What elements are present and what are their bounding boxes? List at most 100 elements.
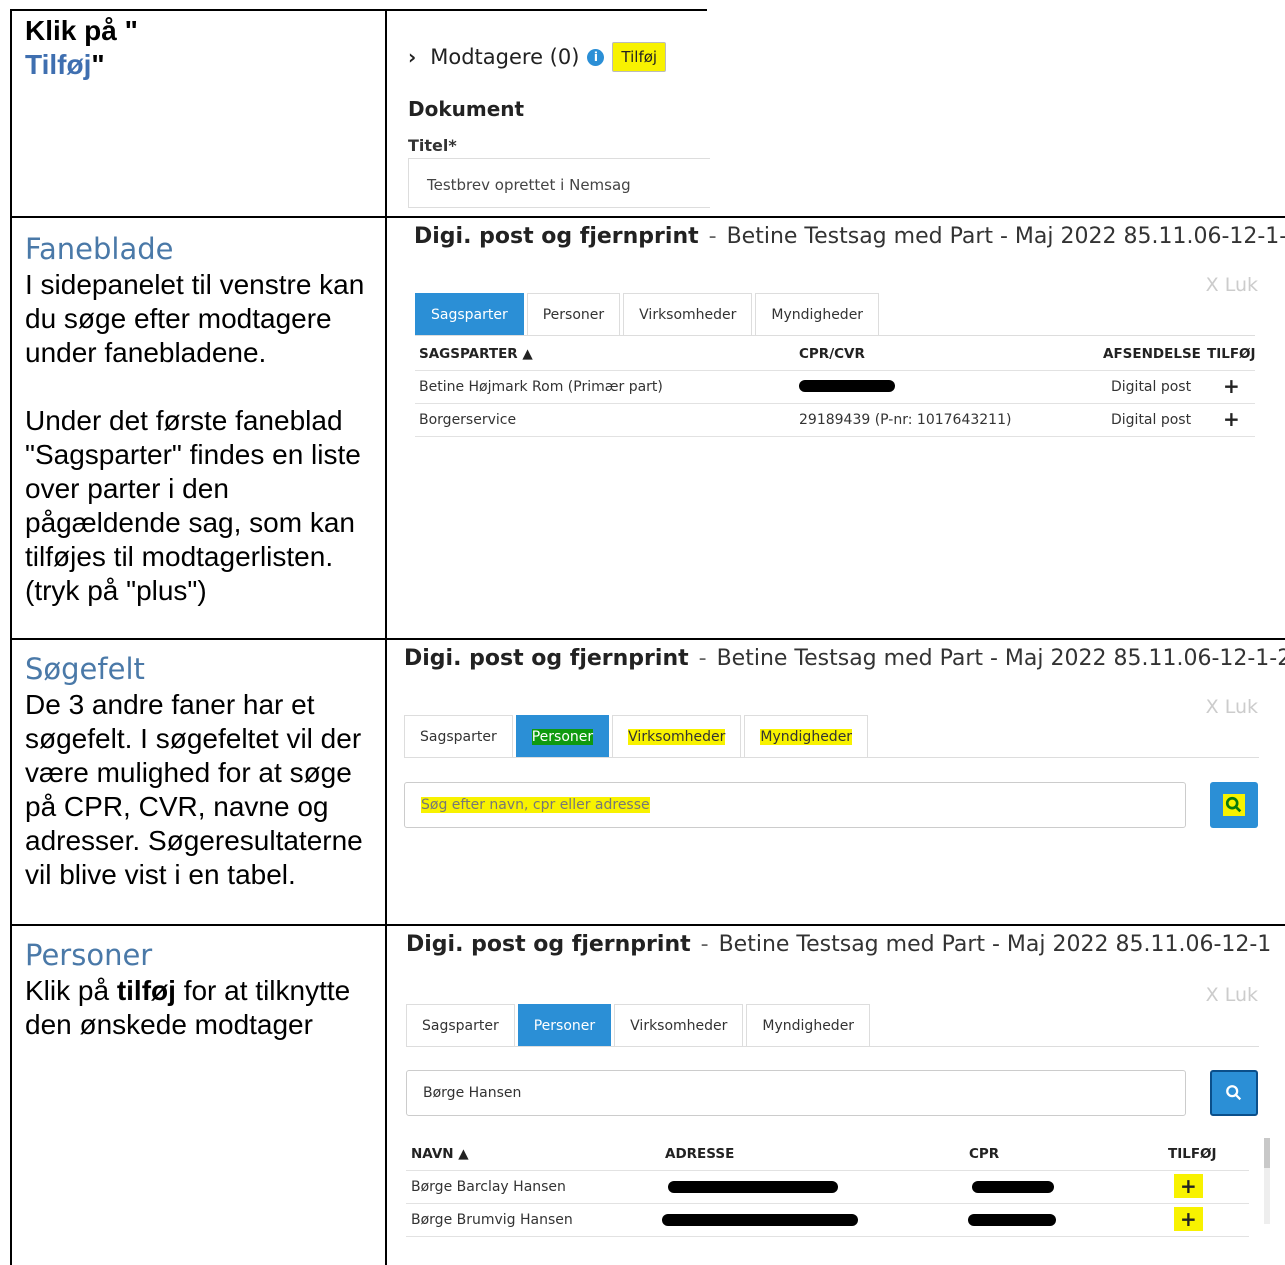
row1-instruction: Klik på " Tilføj" bbox=[25, 14, 370, 82]
column-header-cpr: CPR/CVR bbox=[799, 346, 865, 362]
table-row: Børge Brumvig Hansen + bbox=[406, 1204, 1249, 1237]
instruction-quote: " bbox=[91, 49, 105, 80]
text: Klik på bbox=[25, 975, 117, 1006]
column-header-navn[interactable]: NAVN ▲ bbox=[411, 1146, 469, 1162]
table-row: Børge Barclay Hansen + bbox=[406, 1171, 1249, 1204]
search-input[interactable]: Søg efter navn, cpr eller adresse bbox=[404, 782, 1186, 828]
tab-virksomheder[interactable]: Virksomheder bbox=[612, 715, 742, 757]
tab-label: Virksomheder bbox=[628, 728, 726, 745]
row2-instruction: Faneblade I sidepanelet til venstre kan … bbox=[25, 230, 370, 608]
table-border-top bbox=[10, 9, 387, 11]
document-table: Klik på " Tilføj" › Modtagere (0) i Tilf… bbox=[0, 0, 1285, 1265]
table-row: Betine Højmark Rom (Primær part) Digital… bbox=[415, 371, 1255, 404]
recipients-panel: › Modtagere (0) i Tilføj Dokument Titel*… bbox=[390, 30, 710, 210]
tab-label: Myndigheder bbox=[760, 728, 853, 745]
paragraph: Klik på tilføj for at tilknytte den ønsk… bbox=[25, 974, 370, 1042]
chevron-right-icon[interactable]: › bbox=[408, 45, 416, 69]
tab-bar: Sagsparter Personer Virksomheder Myndigh… bbox=[404, 715, 1259, 758]
title-input[interactable]: Testbrev oprettet i Nemsag bbox=[408, 158, 710, 208]
dialog-personer: Digi. post og fjernprint - Betine Testsag … bbox=[390, 930, 1270, 1265]
tab-sagsparter[interactable]: Sagsparter bbox=[406, 1004, 515, 1046]
dialog-title-case: Betine Testsag med Part - Maj 2022 85.11… bbox=[716, 646, 1285, 671]
search-button[interactable] bbox=[1210, 782, 1258, 828]
redacted-address bbox=[662, 1214, 858, 1226]
column-divider bbox=[385, 9, 387, 1265]
redacted-cpr bbox=[968, 1214, 1056, 1226]
row4-instruction: Personer Klik på tilføj for at tilknytte… bbox=[25, 936, 370, 1042]
tab-sagsparter[interactable]: Sagsparter bbox=[404, 715, 513, 757]
tab-myndigheder[interactable]: Myndigheder bbox=[746, 1004, 871, 1046]
redacted-address bbox=[668, 1181, 838, 1193]
dialog-search: Digi. post og fjernprint - Betine Testsag … bbox=[390, 644, 1285, 920]
close-button[interactable]: X Luk bbox=[1206, 984, 1258, 1006]
persons-table: NAVN ▲ ADRESSE CPR TILFØJ Børge Barclay … bbox=[406, 1138, 1249, 1248]
plus-icon[interactable]: + bbox=[1223, 374, 1240, 398]
tab-label: Personer bbox=[531, 728, 594, 745]
redacted-cpr bbox=[799, 380, 895, 392]
party-cpr: 29189439 (P-nr: 1017643211) bbox=[799, 412, 1012, 428]
dialog-title-case: Betine Testsag med Part - Maj 2022 85.11… bbox=[718, 932, 1270, 957]
row-divider-2 bbox=[10, 638, 1285, 640]
person-name: Børge Brumvig Hansen bbox=[411, 1212, 573, 1228]
dialog-title-sep: - bbox=[698, 646, 707, 671]
person-name: Børge Barclay Hansen bbox=[411, 1179, 566, 1195]
section-heading-personer: Personer bbox=[25, 938, 153, 972]
table-row: Borgerservice 29189439 (P-nr: 1017643211… bbox=[415, 404, 1255, 437]
add-recipient-button[interactable]: Tilføj bbox=[612, 42, 667, 72]
table-border-left bbox=[10, 9, 12, 1265]
column-header-afsendelse: AFSENDELSE bbox=[1103, 346, 1201, 362]
bold-text: tilføj bbox=[116, 975, 176, 1006]
dialog-title: Digi. post og fjernprint - Betine Testsag … bbox=[414, 224, 1285, 249]
tab-personer[interactable]: Personer bbox=[526, 293, 621, 335]
dialog-title-main: Digi. post og fjernprint bbox=[414, 224, 699, 249]
field-label: Titel* bbox=[408, 136, 457, 155]
row-divider-1 bbox=[10, 216, 1285, 218]
title-input-value: Testbrev oprettet i Nemsag bbox=[427, 176, 631, 194]
tab-virksomheder[interactable]: Virksomheder bbox=[623, 293, 753, 335]
tab-personer[interactable]: Personer bbox=[517, 1004, 612, 1046]
search-icon bbox=[1225, 1084, 1243, 1102]
section-heading-faneblade: Faneblade bbox=[25, 232, 174, 266]
tab-virksomheder[interactable]: Virksomheder bbox=[614, 1004, 744, 1046]
tab-myndigheder[interactable]: Myndigheder bbox=[755, 293, 880, 335]
tab-bar: Sagsparter Personer Virksomheder Myndigh… bbox=[406, 1004, 1259, 1047]
row-divider-3 bbox=[10, 924, 1285, 926]
paragraph: De 3 andre faner har et søgefelt. I søge… bbox=[25, 689, 363, 890]
dialog-title-main: Digi. post og fjernprint bbox=[404, 646, 689, 671]
table-header: SAGSPARTER ▲ CPR/CVR AFSENDELSE TILFØJ bbox=[415, 338, 1256, 371]
sending-method: Digital post bbox=[1111, 412, 1192, 428]
plus-icon[interactable]: + bbox=[1174, 1174, 1203, 1198]
table-header: NAVN ▲ ADRESSE CPR TILFØJ bbox=[406, 1138, 1249, 1171]
tab-personer[interactable]: Personer bbox=[515, 715, 610, 757]
plus-icon[interactable]: + bbox=[1174, 1207, 1203, 1231]
tab-sagsparter[interactable]: Sagsparter bbox=[415, 293, 524, 335]
column-header-tilfoej: TILFØJ bbox=[1207, 346, 1256, 362]
instruction-text: Klik på " bbox=[25, 15, 138, 46]
row3-instruction: Søgefelt De 3 andre faner har et søgefel… bbox=[25, 650, 370, 892]
paragraph: Under det første faneblad "Sagsparter" f… bbox=[25, 405, 361, 606]
search-placeholder: Søg efter navn, cpr eller adresse bbox=[421, 797, 650, 813]
plus-icon[interactable]: + bbox=[1223, 407, 1240, 431]
dialog-title-case: Betine Testsag med Part - Maj 2022 85.11… bbox=[726, 224, 1285, 249]
dialog-sagsparter: Digi. post og fjernprint - Betine Testsag … bbox=[390, 222, 1285, 632]
search-button[interactable] bbox=[1210, 1070, 1258, 1116]
info-icon: i bbox=[587, 48, 605, 66]
paragraph: I sidepanelet til venstre kan du søge ef… bbox=[25, 269, 365, 368]
recipients-label: Modtagere (0) bbox=[430, 45, 580, 69]
party-name: Betine Højmark Rom (Primær part) bbox=[419, 379, 663, 395]
table-border-top-right bbox=[387, 9, 707, 11]
column-header-cpr: CPR bbox=[969, 1146, 1000, 1162]
tilfoej-link-text: Tilføj bbox=[25, 49, 92, 80]
search-input[interactable]: Børge Hansen bbox=[406, 1070, 1186, 1116]
dialog-title-sep: - bbox=[708, 224, 717, 249]
column-header-sagsparter[interactable]: SAGSPARTER ▲ bbox=[419, 346, 533, 362]
tab-myndigheder[interactable]: Myndigheder bbox=[744, 715, 869, 757]
scrollbar-thumb[interactable] bbox=[1264, 1138, 1270, 1168]
dialog-title: Digi. post og fjernprint - Betine Testsag … bbox=[406, 932, 1270, 957]
dialog-title-main: Digi. post og fjernprint bbox=[406, 932, 691, 957]
sending-method: Digital post bbox=[1111, 379, 1192, 395]
redacted-cpr bbox=[972, 1181, 1054, 1193]
scrollbar[interactable] bbox=[1264, 1138, 1270, 1224]
section-heading-soegefelt: Søgefelt bbox=[25, 652, 145, 686]
dialog-title-sep: - bbox=[700, 932, 709, 957]
